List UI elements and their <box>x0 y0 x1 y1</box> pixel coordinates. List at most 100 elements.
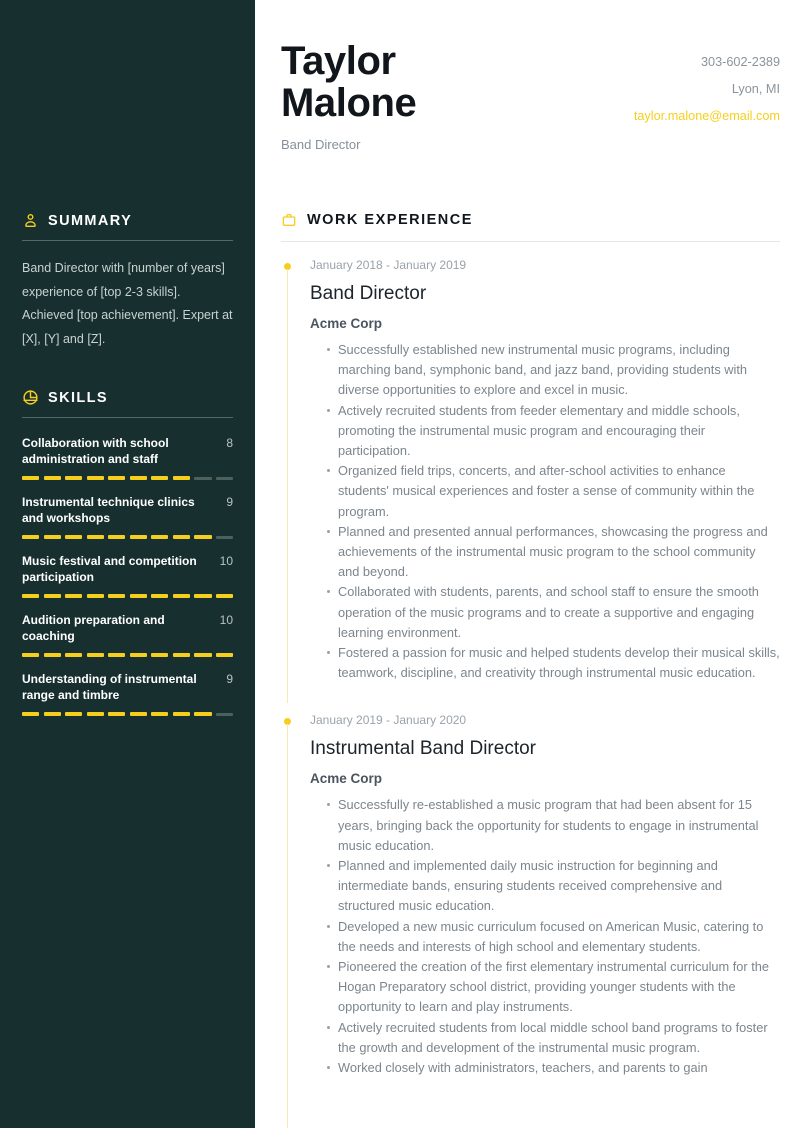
experience-bullets: Successfully re-established a music prog… <box>310 795 780 1078</box>
skill-dash-filled <box>65 653 83 657</box>
contact-block: 303-602-2389 Lyon, MI taylor.malone@emai… <box>634 40 780 130</box>
experience-title: Band Director <box>310 283 427 304</box>
skills-heading-label: SKILLS <box>48 389 108 406</box>
skill-dash-filled <box>65 712 83 716</box>
skill-dash-filled <box>86 535 104 539</box>
summary-heading-label: SUMMARY <box>48 212 133 229</box>
skill-name: Music festival and competition participa… <box>22 554 197 584</box>
skill-dash-filled <box>151 535 169 539</box>
experience-bullet: Planned and presented annual performance… <box>327 522 780 583</box>
experience-bullet: Organized field trips, concerts, and aft… <box>327 461 780 522</box>
skill-score: 9 <box>226 672 233 686</box>
name-block: Taylor Malone Band Director <box>281 40 417 152</box>
skill-dash-filled <box>65 476 83 480</box>
skill-dash-filled <box>129 594 147 598</box>
skill-rating-bar <box>22 653 234 657</box>
skills-divider <box>22 417 233 418</box>
skill-dash-filled <box>129 476 147 480</box>
skill-dash-filled <box>65 535 83 539</box>
skill-dash-filled <box>129 653 147 657</box>
experience-bullet: Developed a new music curriculum focused… <box>327 917 780 957</box>
experience-bullet: Actively recruited students from feeder … <box>327 401 780 462</box>
skill-dash-filled <box>151 476 169 480</box>
experience-bullet: Successfully re-established a music prog… <box>327 795 780 856</box>
experience-timeline: January 2018 - January 2019 Band Director… <box>281 242 780 1128</box>
skill-dash-filled <box>151 712 169 716</box>
experience-bullet: Actively recruited students from local m… <box>327 1018 780 1058</box>
skill-dash-filled <box>129 535 147 539</box>
experience-bullet: Collaborated with students, parents, and… <box>327 582 780 643</box>
work-experience-heading: WORK EXPERIENCE <box>281 212 780 228</box>
skill-item: Collaboration with school administration… <box>14 435 241 480</box>
skill-dash-empty <box>215 477 234 480</box>
skill-dash-filled <box>215 653 234 657</box>
section-work-experience: WORK EXPERIENCE January 2018 - January 2… <box>281 212 780 1128</box>
contact-email[interactable]: taylor.malone@email.com <box>634 103 780 130</box>
person-icon <box>22 212 39 229</box>
experience-company: Acme Corp <box>310 316 383 331</box>
skill-dash-filled <box>22 653 40 657</box>
target-icon <box>22 389 39 406</box>
skill-dash-filled <box>129 712 147 716</box>
skill-dash-empty <box>194 477 212 480</box>
skill-top-row: Instrumental technique clinics and works… <box>22 494 233 526</box>
skill-dash-filled <box>215 594 234 598</box>
skill-dash-filled <box>86 476 104 480</box>
skill-dash-filled <box>22 476 40 480</box>
experience-bullet: Successfully established new instrumenta… <box>327 340 780 401</box>
skill-dash-filled <box>194 535 212 539</box>
skill-score: 10 <box>219 613 233 627</box>
skill-rating-bar <box>22 535 234 539</box>
skill-dash-filled <box>65 594 83 598</box>
skill-dash-filled <box>172 653 190 657</box>
experience-company: Acme Corp <box>310 771 383 787</box>
skill-dash-filled <box>43 535 61 539</box>
skill-top-row: Audition preparation and coaching 10 <box>22 612 233 644</box>
skills-list: Collaboration with school administration… <box>14 435 241 716</box>
last-name: Malone <box>281 81 417 125</box>
skill-dash-filled <box>108 653 126 657</box>
skill-dash-filled <box>43 653 61 657</box>
skill-dash-filled <box>108 476 126 480</box>
sidebar-section-summary: SUMMARY Band Director with [number of ye… <box>14 0 241 351</box>
skill-dash-empty <box>215 713 234 716</box>
main-content: Taylor Malone Band Director 303-602-2389… <box>255 0 800 1128</box>
summary-text: Band Director with [number of years] exp… <box>22 261 233 346</box>
skill-dash-filled <box>172 712 190 716</box>
job-subtitle: Band Director <box>281 137 361 152</box>
skill-item: Understanding of instrumental range and … <box>14 671 241 716</box>
skill-score: 8 <box>226 436 233 450</box>
skill-score: 9 <box>226 495 233 509</box>
skill-top-row: Music festival and competition participa… <box>22 553 233 585</box>
experience-bullet: Pioneered the creation of the first elem… <box>327 957 780 1018</box>
resume-document: SUMMARY Band Director with [number of ye… <box>0 0 800 1128</box>
experience-bullet: Worked closely with administrators, teac… <box>327 1058 780 1078</box>
skill-dash-filled <box>172 535 190 539</box>
briefcase-icon <box>281 212 297 228</box>
skill-dash-filled <box>22 535 40 539</box>
skill-item: Instrumental technique clinics and works… <box>14 494 241 539</box>
skill-dash-filled <box>172 594 190 598</box>
skill-rating-bar <box>22 476 234 480</box>
skill-dash-filled <box>86 712 104 716</box>
skill-dash-filled <box>194 594 212 598</box>
experience-bullet: Fostered a passion for music and helped … <box>327 643 780 683</box>
experience-bullets: Successfully established new instrumenta… <box>310 340 780 683</box>
skill-rating-bar <box>22 712 234 716</box>
contact-phone: 303-602-2389 <box>700 55 780 69</box>
resume-header: Taylor Malone Band Director 303-602-2389… <box>281 0 780 152</box>
page-title: Taylor Malone <box>281 40 417 125</box>
experience-entry: January 2018 - January 2019 Band Director… <box>281 258 780 704</box>
skill-dash-filled <box>43 594 61 598</box>
skill-dash-empty <box>215 536 234 539</box>
skill-score: 10 <box>219 554 233 568</box>
summary-heading: SUMMARY <box>14 212 241 229</box>
skill-dash-filled <box>86 653 104 657</box>
skill-dash-filled <box>172 476 190 480</box>
skill-dash-filled <box>108 712 126 716</box>
skill-name: Audition preparation and coaching <box>22 613 165 643</box>
skill-item: Music festival and competition participa… <box>14 553 241 598</box>
skill-item: Audition preparation and coaching 10 <box>14 612 241 657</box>
skill-top-row: Collaboration with school administration… <box>22 435 233 467</box>
skill-dash-filled <box>151 653 169 657</box>
